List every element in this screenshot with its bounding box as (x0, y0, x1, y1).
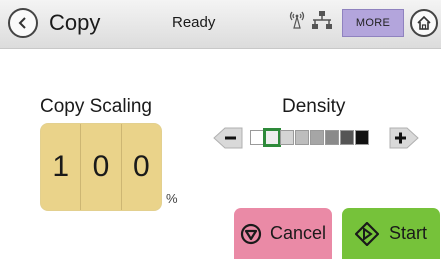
status-text: Ready (172, 14, 216, 31)
scaling-unit: % (166, 191, 178, 206)
wireless-icon (289, 11, 305, 29)
density-decrease-button[interactable] (213, 126, 243, 150)
density-level-3[interactable] (280, 130, 294, 145)
top-bar: Copy Ready MORE (0, 0, 441, 49)
scaling-digit-tens[interactable]: 0 (80, 124, 120, 210)
copy-scaling-label: Copy Scaling (40, 96, 152, 117)
density-level-7[interactable] (340, 130, 354, 145)
start-icon (354, 221, 379, 246)
density-level-4[interactable] (295, 130, 309, 145)
back-icon (18, 17, 26, 29)
start-label: Start (388, 223, 427, 243)
home-button[interactable] (410, 9, 438, 37)
start-button[interactable]: Start (342, 208, 440, 259)
page-title: Copy (49, 10, 101, 35)
density-level-5[interactable] (310, 130, 324, 145)
cancel-button[interactable]: Cancel (234, 208, 332, 259)
density-level-2[interactable] (263, 128, 281, 147)
stop-icon (240, 223, 262, 244)
minus-icon (225, 136, 236, 140)
density-increase-button[interactable] (389, 126, 419, 150)
cancel-label: Cancel (269, 223, 327, 243)
network-icon (312, 11, 332, 29)
scaling-digit-ones[interactable]: 0 (120, 124, 161, 210)
density-level-6[interactable] (325, 130, 339, 145)
copy-scaling-input[interactable]: 1 0 0 (40, 123, 162, 211)
scaling-digit-hundreds[interactable]: 1 (41, 124, 80, 210)
density-label: Density (282, 96, 346, 117)
more-button[interactable]: MORE (342, 9, 404, 37)
density-level-1[interactable] (250, 130, 264, 145)
density-level-8[interactable] (355, 130, 369, 145)
density-scale[interactable] (250, 128, 370, 147)
back-button[interactable] (8, 8, 38, 38)
home-icon (417, 15, 431, 30)
